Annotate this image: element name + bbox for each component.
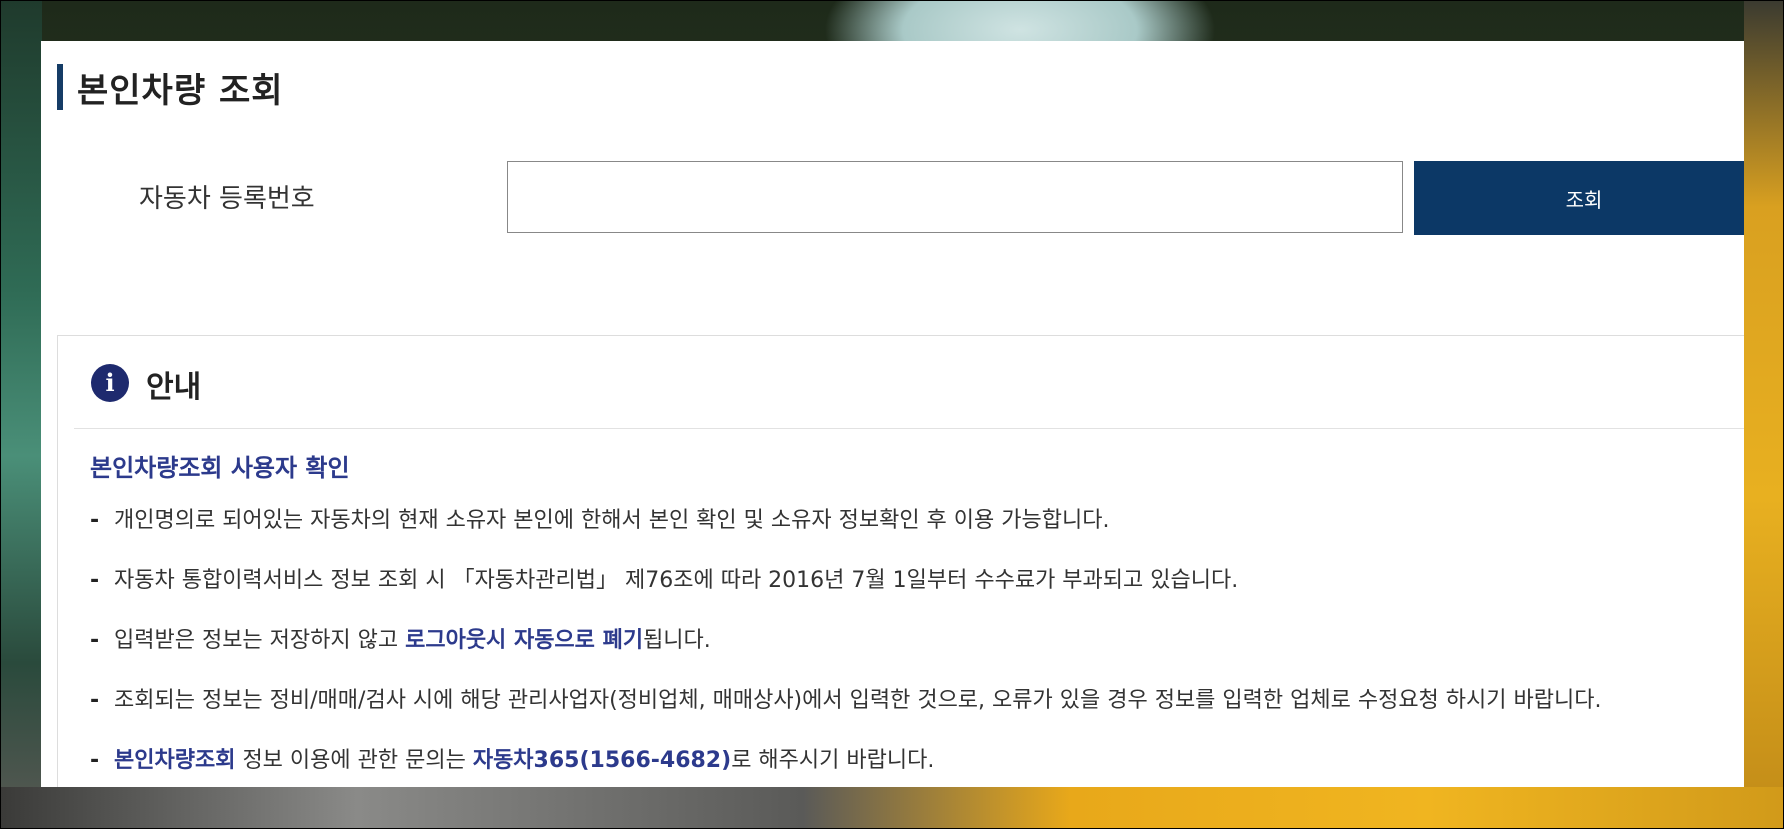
notice-item: - 본인차량조회 정보 이용에 관한 문의는 자동차365(1566-4682)로… xyxy=(90,746,1601,787)
background-photo-bottom xyxy=(0,787,1784,829)
notice-text: 조회되는 정보는 정비/매매/검사 시에 해당 관리사업자(정비업체, 매매상사… xyxy=(114,688,1602,713)
notice-text: 정보 이용에 관한 문의는 xyxy=(235,748,473,773)
registration-number-input[interactable] xyxy=(507,161,1403,233)
notice-highlight-text: 자동차365(1566-4682) xyxy=(472,748,732,773)
notice-text: 입력받은 정보는 저장하지 않고 xyxy=(114,628,406,653)
notice-highlight-text: 로그아웃시 자동으로 폐기 xyxy=(405,628,644,653)
notice-text: 로 해주시기 바랍니다. xyxy=(731,748,935,773)
notice-text: 자동차 통합이력서비스 정보 조회 시 「자동차관리법」 제76조에 따라 20… xyxy=(114,568,1239,593)
search-row: 자동차 등록번호 조회 xyxy=(41,161,1744,237)
notice-text: 됩니다. xyxy=(643,628,711,653)
notice-item: - 개인명의로 되어있는 자동차의 현재 소유자 본인에 한해서 본인 확인 및 … xyxy=(90,506,1601,566)
notice-item: - 자동차 통합이력서비스 정보 조회 시 「자동차관리법」 제76조에 따라 2… xyxy=(90,566,1601,626)
bullet-dash: - xyxy=(90,568,100,593)
bullet-dash: - xyxy=(90,628,100,653)
notice-subtitle: 본인차량조회 사용자 확인 xyxy=(90,454,350,482)
notice-item: - 입력받은 정보는 저장하지 않고 로그아웃시 자동으로 폐기됩니다. xyxy=(90,626,1601,686)
search-button[interactable]: 조회 xyxy=(1414,161,1744,235)
notice-header: i 안내 xyxy=(74,336,1744,429)
notice-highlight-text: 본인차량조회 xyxy=(114,748,236,773)
page-title: 본인차량 조회 xyxy=(77,70,284,111)
registration-number-label: 자동차 등록번호 xyxy=(139,184,315,214)
title-accent-bar xyxy=(57,64,63,110)
background-photo-right xyxy=(1744,0,1784,829)
bullet-dash: - xyxy=(90,508,100,533)
notice-item: - 조회되는 정보는 정비/매매/검사 시에 해당 관리사업자(정비업체, 매매상… xyxy=(90,686,1601,746)
vehicle-lookup-panel: 본인차량 조회 자동차 등록번호 조회 i 안내 본인차량조회 사용자 확인 -… xyxy=(41,41,1744,787)
notice-list: - 개인명의로 되어있는 자동차의 현재 소유자 본인에 한해서 본인 확인 및 … xyxy=(90,506,1601,787)
background-photo-left xyxy=(0,0,42,829)
bullet-dash: - xyxy=(90,688,100,713)
notice-title: 안내 xyxy=(146,370,202,405)
notice-box: i 안내 본인차량조회 사용자 확인 - 개인명의로 되어있는 자동차의 현재 소… xyxy=(57,335,1744,787)
info-icon: i xyxy=(91,364,129,402)
page-title-block: 본인차량 조회 xyxy=(57,63,284,111)
bullet-dash: - xyxy=(90,748,100,773)
notice-text: 개인명의로 되어있는 자동차의 현재 소유자 본인에 한해서 본인 확인 및 소… xyxy=(114,508,1110,533)
